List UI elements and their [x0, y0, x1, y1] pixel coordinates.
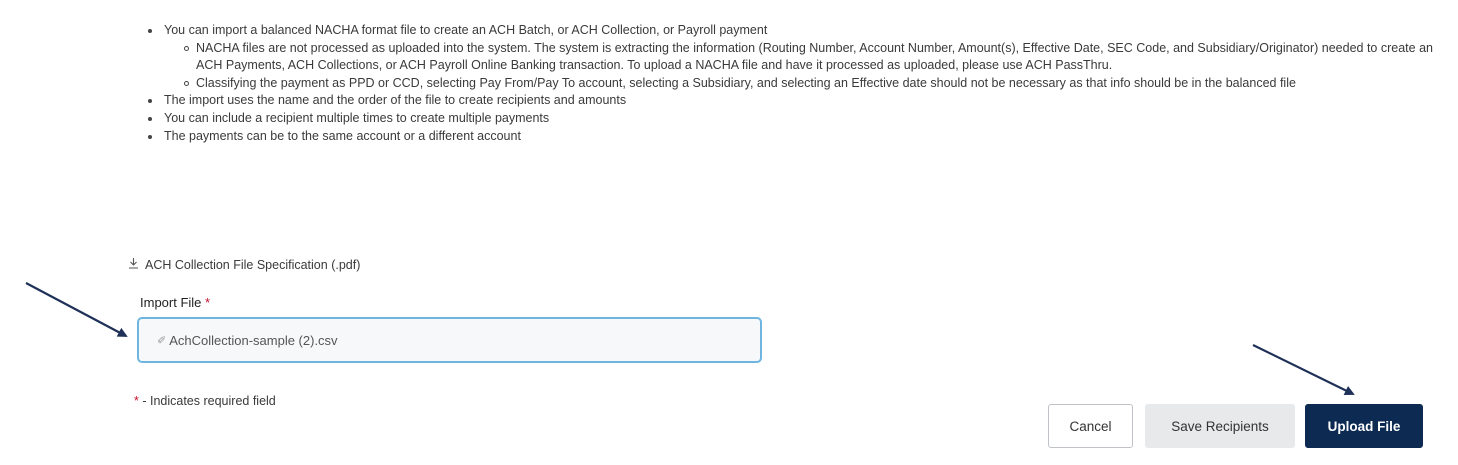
download-icon	[128, 257, 139, 272]
required-field-note: * - Indicates required field	[134, 394, 276, 408]
instruction-item: The import uses the name and the order o…	[146, 92, 1446, 110]
cancel-button[interactable]: Cancel	[1048, 404, 1133, 448]
file-specification-label: ACH Collection File Specification (.pdf)	[145, 257, 361, 272]
paperclip-icon: ✐	[157, 334, 167, 347]
upload-file-button[interactable]: Upload File	[1305, 404, 1423, 448]
instruction-text: You can import a balanced NACHA format f…	[164, 23, 768, 37]
import-file-label: Import File *	[140, 295, 210, 310]
selected-file-name: AchCollection-sample (2).csv	[169, 332, 338, 348]
annotation-arrow	[25, 282, 128, 337]
file-specification-link[interactable]: ACH Collection File Specification (.pdf)	[128, 257, 360, 272]
instruction-subitem: Classifying the payment as PPD or CCD, s…	[184, 75, 1446, 93]
instruction-item: You can import a balanced NACHA format f…	[146, 22, 1446, 92]
required-field-note-text: - Indicates required field	[138, 394, 276, 408]
instruction-item: You can include a recipient multiple tim…	[146, 110, 1446, 128]
annotation-arrow	[1252, 344, 1355, 395]
instruction-list: You can import a balanced NACHA format f…	[146, 22, 1446, 145]
save-recipients-button[interactable]: Save Recipients	[1145, 404, 1295, 448]
required-asterisk: *	[205, 295, 211, 310]
instruction-subitem: NACHA files are not processed as uploade…	[184, 40, 1446, 75]
import-file-input[interactable]: ✐ AchCollection-sample (2).csv	[137, 317, 762, 363]
import-instructions: You can import a balanced NACHA format f…	[146, 22, 1446, 145]
instruction-item: The payments can be to the same account …	[146, 128, 1446, 146]
import-file-label-text: Import File	[140, 295, 202, 310]
instruction-sublist: NACHA files are not processed as uploade…	[164, 40, 1446, 93]
